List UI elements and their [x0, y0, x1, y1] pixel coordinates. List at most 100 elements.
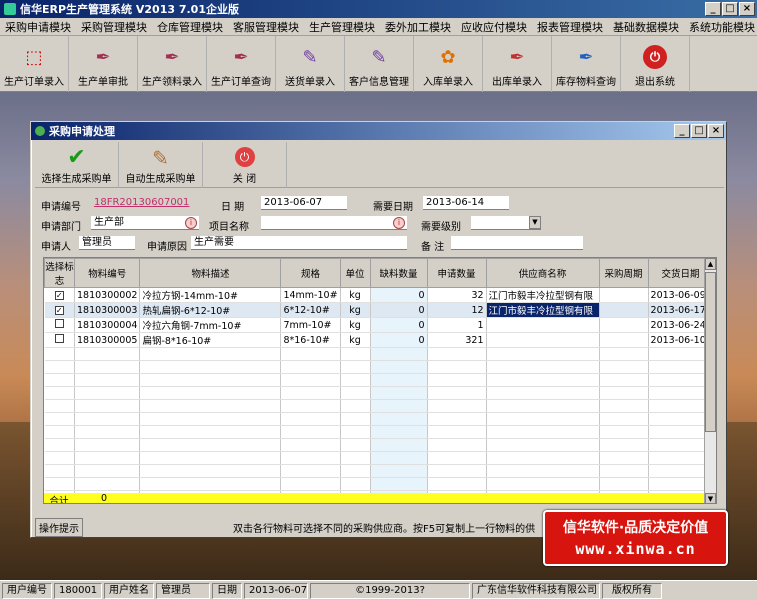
column-header-6[interactable]: 申请数量	[426, 258, 487, 288]
toolbar-button-3[interactable]: ✒ 生产订单查询	[207, 36, 276, 92]
row-select-checkbox[interactable]: ✓	[54, 290, 64, 300]
cell-unit[interactable]: kg	[340, 287, 371, 303]
cell-desc[interactable]: 冷拉方钢-14mm-10#	[139, 287, 282, 303]
cell-spec[interactable]: 6*12-10#	[280, 302, 341, 318]
chevron-down-icon[interactable]: ▼	[529, 216, 541, 229]
menu-item-6[interactable]: 应收应付模块	[456, 19, 532, 35]
cell-unit[interactable]: kg	[340, 332, 371, 348]
cell-spec[interactable]: 7mm-10#	[280, 317, 341, 333]
cell-desc[interactable]: 扁钢-8*16-10#	[139, 332, 282, 348]
column-header-7[interactable]: 供应商名称	[485, 258, 600, 288]
toolbar-button-0[interactable]: ⬚ 生产订单录入	[0, 36, 69, 92]
project-lookup-icon[interactable]: i	[393, 217, 405, 229]
empty-row	[44, 464, 714, 478]
menu-item-2[interactable]: 仓库管理模块	[152, 19, 228, 35]
column-header-1[interactable]: 物料编号	[73, 258, 141, 288]
cell-code[interactable]: 1810300003	[74, 302, 141, 318]
toolbar-button-7[interactable]: ✒ 出库单录入	[483, 36, 552, 92]
cell-short[interactable]: 0	[370, 317, 428, 333]
cell-cycle[interactable]	[599, 302, 649, 318]
row-select-checkbox[interactable]	[54, 319, 64, 328]
cell-qty[interactable]: 32	[427, 287, 487, 303]
req-no-link[interactable]: 18FR20130607001	[91, 196, 191, 210]
note-field[interactable]	[451, 236, 583, 250]
cell-spec[interactable]: 14mm-10#	[280, 287, 341, 303]
need-date-field[interactable]: 2013-06-14	[423, 196, 509, 210]
menu-item-9[interactable]: 系统功能模块	[684, 19, 757, 35]
cell-desc[interactable]: 热轧扁钢-6*12-10#	[139, 302, 282, 318]
toolbar-button-4[interactable]: ✎ 送货单录入	[276, 36, 345, 92]
cell-supplier[interactable]	[486, 317, 600, 333]
reason-field[interactable]: 生产需要	[191, 236, 407, 250]
grid-scrollbar[interactable]: ▲ ▼	[704, 258, 716, 503]
menu-item-1[interactable]: 采购管理模块	[76, 19, 152, 35]
cell-supplier[interactable]: 江门市毅丰冷拉型钢有限	[486, 302, 600, 318]
applicant-field[interactable]: 管理员	[79, 236, 135, 250]
cell-code[interactable]: 1810300004	[74, 317, 141, 333]
scroll-up-icon[interactable]: ▲	[705, 258, 716, 270]
column-header-3[interactable]: 规格	[280, 258, 341, 288]
cell-qty[interactable]: 1	[427, 317, 487, 333]
toolbar-button-9[interactable]: ⏻ 退出系统	[621, 36, 690, 92]
cell-cycle[interactable]	[599, 287, 649, 303]
scroll-thumb[interactable]	[705, 272, 716, 432]
table-row[interactable]: 1810300004 冷拉六角钢-7mm-10# 7mm-10# kg 0 1 2013-0…	[44, 317, 714, 333]
pdf-icon: ⬚	[25, 46, 43, 68]
cell-cycle[interactable]	[599, 317, 649, 333]
minimize-button[interactable]: _	[705, 2, 721, 16]
cell-code[interactable]: 1810300005	[74, 332, 141, 348]
close-button[interactable]: ×	[739, 2, 755, 16]
menu-item-5[interactable]: 委外加工模块	[380, 19, 456, 35]
maximize-button[interactable]: □	[722, 2, 738, 16]
window-maximize-button[interactable]: □	[691, 124, 707, 138]
date-field[interactable]: 2013-06-07	[261, 196, 347, 210]
menu-item-8[interactable]: 基础数据模块	[608, 19, 684, 35]
row-select-checkbox[interactable]: ✓	[54, 305, 64, 315]
select-generate-po-button[interactable]: ✔ 选择生成采购单	[35, 142, 119, 188]
cell-supplier[interactable]	[486, 332, 600, 348]
column-header-0[interactable]: 选择标志	[44, 258, 75, 288]
toolbar-button-6[interactable]: ✿ 入库单录入	[414, 36, 483, 92]
dept-lookup-icon[interactable]: i	[185, 217, 197, 229]
cell-short[interactable]: 0	[370, 332, 428, 348]
menu-item-0[interactable]: 采购申请模块	[0, 19, 76, 35]
toolbar-button-8[interactable]: ✒ 库存物料查询	[552, 36, 621, 92]
toolbar-button-1[interactable]: ✒ 生产单审批	[69, 36, 138, 92]
row-select-checkbox[interactable]	[54, 334, 64, 343]
auto-generate-po-button[interactable]: ✎ 自动生成采购单	[119, 142, 203, 188]
table-row[interactable]: 1810300005 扁钢-8*16-10# 8*16-10# kg 0 321 2013-…	[44, 332, 714, 348]
column-header-5[interactable]: 缺料数量	[369, 258, 428, 288]
cell-cycle[interactable]	[599, 332, 649, 348]
cell-qty[interactable]: 321	[427, 332, 487, 348]
close-window-button[interactable]: ⏻ 关 闭	[203, 142, 287, 188]
cell-unit[interactable]: kg	[340, 302, 371, 318]
menu-item-3[interactable]: 客服管理模块	[228, 19, 304, 35]
cell-supplier[interactable]: 江门市毅丰冷拉型钢有限	[486, 287, 600, 303]
project-label: 项目名称	[209, 222, 249, 233]
table-row[interactable]: ✓ 1810300002 冷拉方钢-14mm-10# 14mm-10# kg 0 32 江门市…	[44, 287, 714, 303]
window-close-button[interactable]: ×	[708, 124, 724, 138]
cell-code[interactable]: 1810300002	[74, 287, 141, 303]
cell-short[interactable]: 0	[370, 287, 428, 303]
menu-item-7[interactable]: 报表管理模块	[532, 19, 608, 35]
empty-row	[44, 360, 714, 374]
dept-field[interactable]: 生产部	[91, 216, 199, 230]
column-header-4[interactable]: 单位	[339, 258, 371, 288]
window-minimize-button[interactable]: _	[674, 124, 690, 138]
toolbar-button-5[interactable]: ✎ 客户信息管理	[345, 36, 414, 92]
app-title: 信华ERP生产管理系统 V2013 7.01企业版	[20, 3, 239, 16]
column-header-2[interactable]: 物料描述	[139, 258, 282, 288]
purchase-request-window: 采购申请处理 _ □ × ✔ 选择生成采购单 ✎ 自动生成采购单 ⏻ 关 闭 申…	[30, 121, 727, 538]
toolbar-button-2[interactable]: ✒ 生产领料录入	[138, 36, 207, 92]
doc-icon: ✎	[302, 46, 318, 68]
cell-unit[interactable]: kg	[340, 317, 371, 333]
cell-spec[interactable]: 8*16-10#	[280, 332, 341, 348]
column-header-8[interactable]: 采购周期	[598, 258, 649, 288]
project-field[interactable]	[261, 216, 407, 230]
cell-qty[interactable]: 12	[427, 302, 487, 318]
cell-desc[interactable]: 冷拉六角钢-7mm-10#	[139, 317, 282, 333]
cell-short[interactable]: 0	[370, 302, 428, 318]
table-row[interactable]: ✓ 1810300003 热轧扁钢-6*12-10# 6*12-10# kg 0 12 江门市…	[44, 302, 714, 318]
menu-item-4[interactable]: 生产管理模块	[304, 19, 380, 35]
scroll-down-icon[interactable]: ▼	[705, 493, 716, 503]
